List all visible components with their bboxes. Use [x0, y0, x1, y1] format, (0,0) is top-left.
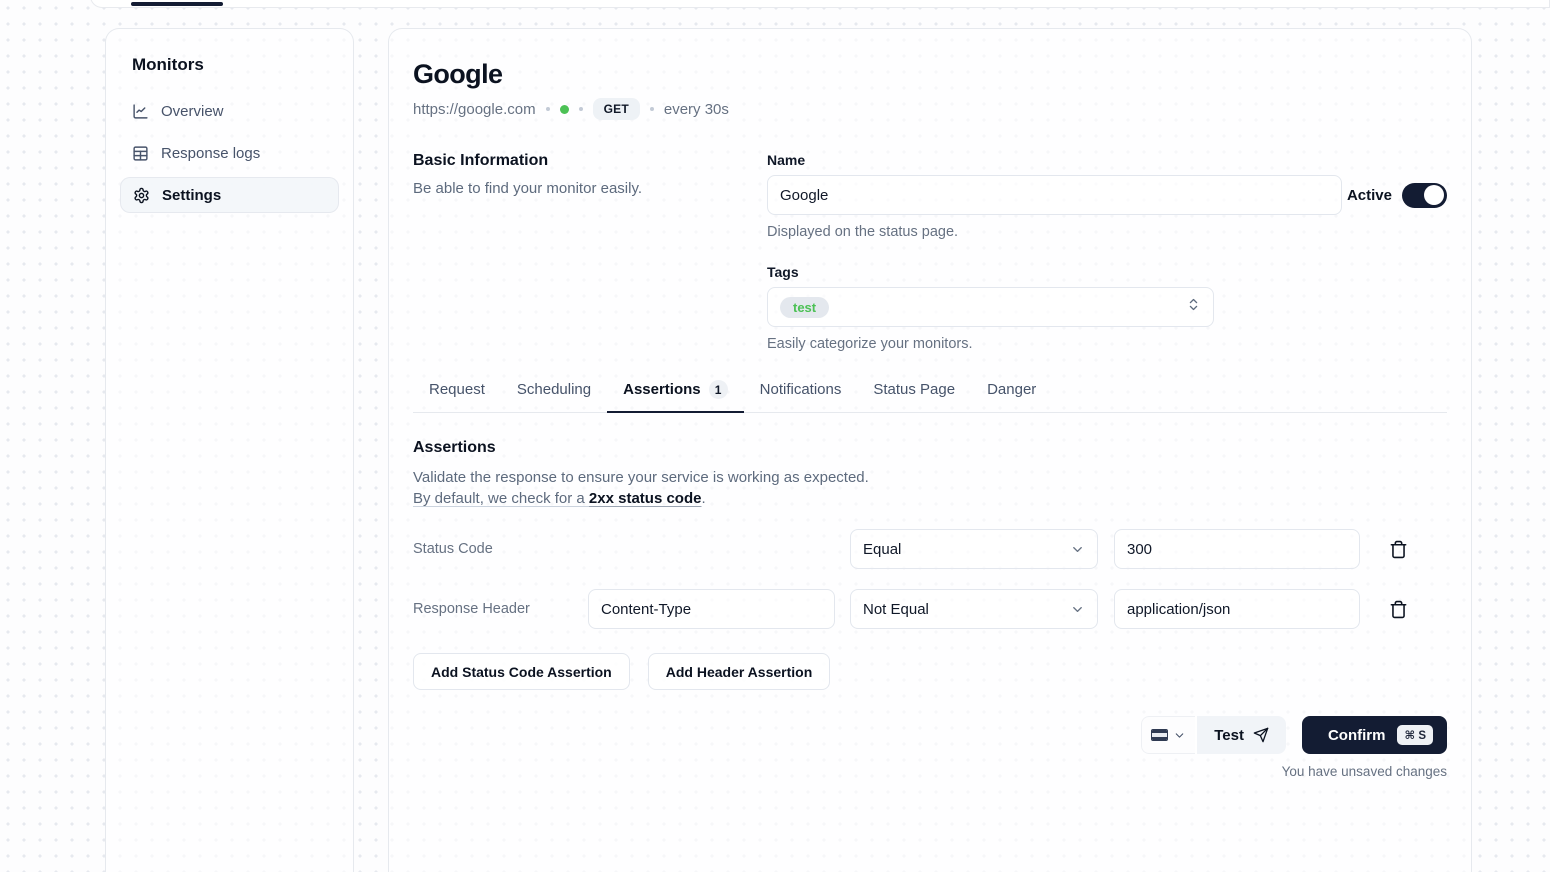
- sidebar-item-label: Overview: [161, 103, 224, 120]
- active-nav-indicator: [131, 2, 223, 6]
- tab-danger[interactable]: Danger: [971, 380, 1052, 412]
- tags-help-text: Easily categorize your monitors.: [767, 336, 1447, 352]
- sidebar-item-response-logs[interactable]: Response logs: [120, 135, 339, 171]
- delete-assertion-button[interactable]: [1380, 531, 1416, 567]
- status-code-link[interactable]: 2xx status code: [589, 490, 702, 507]
- chevron-down-icon: [1070, 542, 1085, 557]
- sidebar-item-label: Settings: [162, 187, 221, 204]
- status-dot: [560, 105, 569, 114]
- monitor-title: Google: [413, 59, 1447, 90]
- sidebar-item-settings[interactable]: Settings: [120, 177, 339, 213]
- assertion-type-label: Response Header: [413, 601, 588, 617]
- assertion-value-input[interactable]: [1114, 589, 1360, 629]
- tab-scheduling[interactable]: Scheduling: [501, 380, 607, 412]
- basic-info-title: Basic Information: [413, 152, 743, 170]
- tab-notifications[interactable]: Notifications: [744, 380, 858, 412]
- name-input[interactable]: [767, 175, 1342, 215]
- sidebar-item-label: Response logs: [161, 145, 260, 162]
- gear-icon: [133, 187, 150, 204]
- send-icon: [1253, 727, 1269, 743]
- delete-assertion-button[interactable]: [1380, 591, 1416, 627]
- monitor-meta: https://google.com GET every 30s: [413, 98, 1447, 120]
- frequency-text: every 30s: [664, 101, 729, 118]
- page: Monitors Overview Response logs Settings…: [0, 0, 1550, 872]
- tag-chip[interactable]: test: [780, 297, 829, 318]
- test-button[interactable]: Test: [1195, 716, 1286, 754]
- operator-select[interactable]: Equal: [850, 529, 1098, 569]
- assertions-title: Assertions: [413, 439, 1447, 457]
- operator-select[interactable]: Not Equal: [850, 589, 1098, 629]
- assertion-row-status-code: Status Code Equal: [413, 529, 1447, 569]
- settings-tabs: Request Scheduling Assertions 1 Notifica…: [413, 380, 1447, 413]
- add-header-assertion-button[interactable]: Add Header Assertion: [648, 653, 831, 690]
- monitors-sidebar: Monitors Overview Response logs Settings: [105, 28, 354, 872]
- confirm-button[interactable]: Confirm ⌘ S: [1302, 716, 1447, 754]
- unsaved-changes-note: You have unsaved changes: [413, 764, 1447, 779]
- chevron-down-icon: [1070, 602, 1085, 617]
- tags-select[interactable]: test: [767, 287, 1214, 327]
- chevrons-up-down-icon: [1186, 297, 1201, 317]
- separator-dot: [579, 107, 583, 111]
- method-badge: GET: [593, 98, 640, 120]
- top-navbar-remnant: [90, 0, 1550, 8]
- active-toggle[interactable]: [1402, 183, 1447, 208]
- test-region-selector[interactable]: [1141, 716, 1195, 754]
- assertion-row-response-header: Response Header Not Equal: [413, 589, 1447, 629]
- tab-status-page[interactable]: Status Page: [857, 380, 971, 412]
- monitor-settings-panel: Google https://google.com GET every 30s …: [388, 28, 1472, 872]
- table-icon: [132, 145, 149, 162]
- basic-information-section: Basic Information Be able to find your m…: [413, 152, 1447, 352]
- monitor-url: https://google.com: [413, 101, 536, 118]
- tags-label: Tags: [767, 264, 1447, 280]
- trash-icon: [1389, 540, 1408, 559]
- assertion-value-input[interactable]: [1114, 529, 1360, 569]
- keyboard-shortcut-badge: ⌘ S: [1397, 725, 1433, 745]
- test-button-group: Test: [1141, 716, 1286, 754]
- region-flag-icon: [1151, 729, 1168, 741]
- chevron-down-icon: [1173, 729, 1186, 742]
- tab-assertions[interactable]: Assertions 1: [607, 380, 744, 412]
- assertions-count-badge: 1: [709, 380, 728, 399]
- assertion-type-label: Status Code: [413, 541, 588, 557]
- assertions-description: Validate the response to ensure your ser…: [413, 467, 1447, 509]
- separator-dot: [650, 107, 654, 111]
- sidebar-item-overview[interactable]: Overview: [120, 93, 339, 129]
- trash-icon: [1389, 600, 1408, 619]
- add-status-code-assertion-button[interactable]: Add Status Code Assertion: [413, 653, 630, 690]
- tab-request[interactable]: Request: [413, 380, 501, 412]
- basic-info-description: Be able to find your monitor easily.: [413, 179, 743, 199]
- name-label: Name: [767, 152, 1447, 168]
- header-key-input[interactable]: [588, 589, 835, 629]
- separator-dot: [546, 107, 550, 111]
- line-chart-icon: [132, 103, 149, 120]
- assertions-section: Assertions Validate the response to ensu…: [413, 439, 1447, 509]
- name-help-text: Displayed on the status page.: [767, 224, 1447, 240]
- sidebar-title: Monitors: [132, 55, 339, 75]
- active-label: Active: [1347, 187, 1392, 204]
